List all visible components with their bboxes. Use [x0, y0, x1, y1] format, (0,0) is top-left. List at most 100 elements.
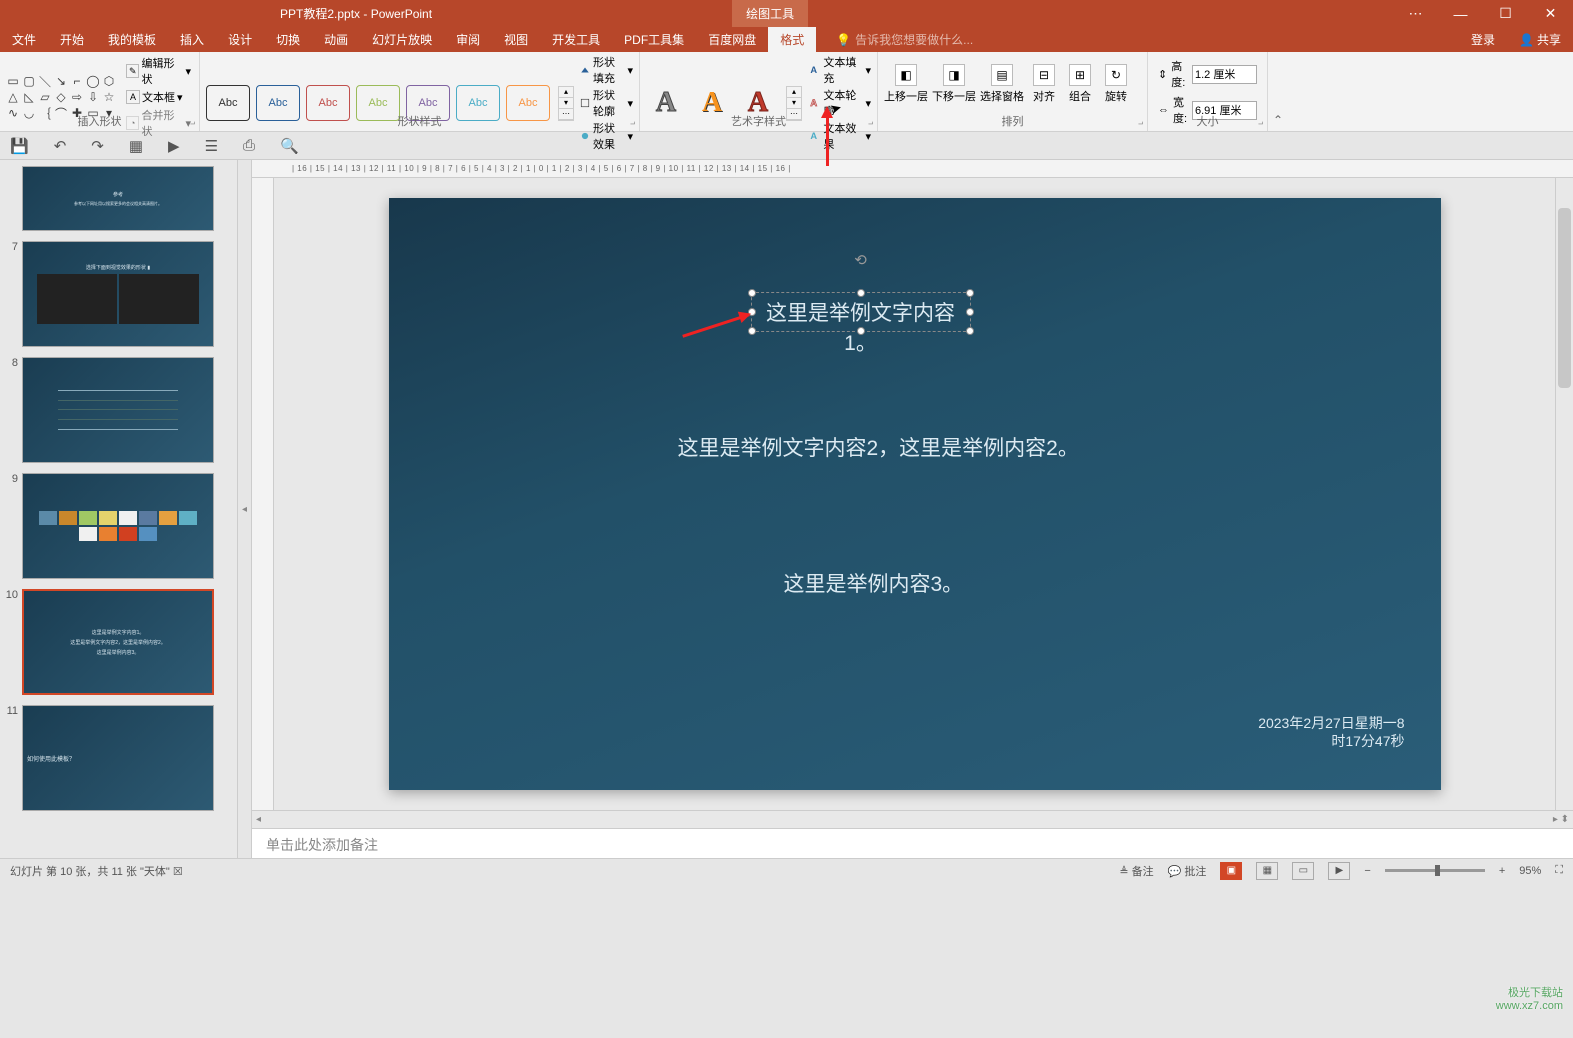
ribbon-options-icon[interactable]: ⋯	[1393, 0, 1438, 27]
close-button[interactable]: ✕	[1528, 0, 1573, 27]
selection-pane-button[interactable]: ▤选择窗格	[980, 64, 1024, 104]
zoom-out-button[interactable]: −	[1364, 865, 1370, 877]
minimize-button[interactable]: —	[1438, 0, 1483, 27]
svg-text:A: A	[810, 98, 817, 108]
vertical-scrollbar[interactable]	[1555, 178, 1573, 810]
gallery-up-icon[interactable]: ▴	[559, 87, 573, 98]
slide-thumbnails-panel[interactable]: 参考参考以下网址用以搜索更多的会议相关高清图片。 7选择下面到视觉效果的形状 ▮…	[0, 160, 238, 858]
selection-handle[interactable]	[748, 327, 756, 335]
shape-oval-icon[interactable]: ◯	[86, 74, 100, 88]
slide-thumb-10[interactable]: 这里是举例文字内容1。这里是举例文字内容2，这里是举例内容2。这里是举例内容3。	[22, 589, 214, 695]
slide-thumb-8[interactable]	[22, 357, 214, 463]
shape-line-icon[interactable]: ＼	[38, 74, 52, 88]
selection-pane-icon: ▤	[991, 64, 1013, 86]
tell-me-search[interactable]: 💡告诉我您想要做什么...	[836, 31, 973, 48]
tab-transitions[interactable]: 切换	[264, 27, 312, 52]
notes-pane[interactable]: 单击此处添加备注	[252, 828, 1573, 858]
edit-shape-icon: ✎	[126, 64, 139, 78]
rotate-handle-icon[interactable]: ⟲	[853, 251, 869, 267]
zoom-level[interactable]: 95%	[1519, 865, 1541, 877]
zoom-in-button[interactable]: +	[1499, 865, 1505, 877]
selection-handle[interactable]	[966, 289, 974, 297]
shape-star-icon[interactable]: ☆	[102, 90, 116, 104]
selection-handle[interactable]	[966, 327, 974, 335]
shape-diamond-icon[interactable]: ◇	[54, 90, 68, 104]
textbox-3[interactable]: 这里是举例内容3。	[776, 564, 972, 602]
tab-baidu-disk[interactable]: 百度网盘	[696, 27, 768, 52]
slideshow-view-button[interactable]: ▶	[1328, 862, 1350, 880]
wa-gallery-up-icon[interactable]: ▴	[787, 87, 801, 98]
text-effects-icon: A	[808, 129, 820, 143]
thumb-number: 8	[4, 357, 18, 463]
fit-to-window-button[interactable]: ⛶	[1555, 864, 1563, 877]
slide-thumb-11[interactable]: 如何使用此模板？	[22, 705, 214, 811]
slide-thumb-9[interactable]	[22, 473, 214, 579]
textbox-2[interactable]: 这里是举例文字内容2，这里是举例内容2。	[670, 428, 1087, 466]
shape-hexagon-icon[interactable]: ⬡	[102, 74, 116, 88]
height-input[interactable]	[1192, 65, 1257, 84]
shape-rectangle-icon[interactable]: ▭	[6, 74, 20, 88]
normal-view-button[interactable]: ▣	[1220, 862, 1242, 880]
sorter-view-button[interactable]: ▦	[1256, 862, 1278, 880]
rotate-button[interactable]: ↻旋转	[1100, 64, 1132, 104]
collapse-ribbon-button[interactable]: ⌃	[1268, 52, 1288, 131]
bring-forward-icon: ◧	[895, 64, 917, 86]
zoom-slider[interactable]	[1385, 869, 1485, 872]
selection-handle[interactable]	[748, 289, 756, 297]
login-button[interactable]: 登录	[1459, 27, 1507, 52]
slide-canvas[interactable]: 这里是举例文字内容1。 ⟲ 这里是举例文字内容2，这里是举例内容2。 这里是举例…	[274, 178, 1555, 810]
tab-animations[interactable]: 动画	[312, 27, 360, 52]
selection-handle[interactable]	[857, 327, 865, 335]
tab-review[interactable]: 审阅	[444, 27, 492, 52]
maximize-button[interactable]: ☐	[1483, 0, 1528, 27]
tab-view[interactable]: 视图	[492, 27, 540, 52]
vertical-ruler	[252, 178, 274, 810]
horizontal-scrollbar[interactable]: ◂▸ ⬍	[252, 810, 1573, 828]
group-button[interactable]: ⊞组合	[1064, 64, 1096, 104]
shape-parallelogram-icon[interactable]: ▱	[38, 90, 52, 104]
status-comments-button[interactable]: 💬 批注	[1168, 863, 1207, 879]
document-title: PPT教程2.pptx - PowerPoint	[280, 5, 432, 22]
bring-forward-button[interactable]: ◧上移一层	[884, 64, 928, 104]
scrollbar-thumb[interactable]	[1558, 208, 1571, 388]
send-backward-button[interactable]: ◨下移一层	[932, 64, 976, 104]
selection-handle[interactable]	[857, 289, 865, 297]
tab-slideshow[interactable]: 幻灯片放映	[360, 27, 444, 52]
shape-fill-button[interactable]: 形状填充 ▾	[580, 54, 633, 86]
svg-text:A: A	[810, 65, 817, 75]
share-button[interactable]: 👤共享	[1507, 27, 1573, 52]
tab-file[interactable]: 文件	[0, 27, 48, 52]
current-slide[interactable]: 这里是举例文字内容1。 ⟲ 这里是举例文字内容2，这里是举例内容2。 这里是举例…	[389, 198, 1441, 790]
thumb-number: 10	[4, 589, 18, 695]
panel-collapse-button[interactable]: ◂	[238, 160, 252, 858]
tab-pdf-tools[interactable]: PDF工具集	[612, 27, 696, 52]
reading-view-button[interactable]: ▭	[1292, 862, 1314, 880]
selection-handle[interactable]	[966, 308, 974, 316]
context-tab-drawing-tools: 绘图工具	[732, 0, 808, 27]
shape-line-arrow-icon[interactable]: ↘	[54, 74, 68, 88]
shape-connector-icon[interactable]: ⌐	[70, 74, 84, 88]
slide-thumb-6[interactable]: 参考参考以下网址用以搜索更多的会议相关高清图片。	[22, 166, 214, 231]
watermark: 极光下载站 www.xz7.com	[1496, 984, 1563, 1012]
gallery-down-icon[interactable]: ▾	[559, 98, 573, 109]
tab-design[interactable]: 设计	[216, 27, 264, 52]
tab-my-templates[interactable]: 我的模板	[96, 27, 168, 52]
status-notes-button[interactable]: ≜ 备注	[1119, 863, 1153, 879]
tab-developer[interactable]: 开发工具	[540, 27, 612, 52]
tab-insert[interactable]: 插入	[168, 27, 216, 52]
text-fill-button[interactable]: A文本填充 ▾	[808, 54, 871, 86]
edit-shape-button[interactable]: ✎编辑形状 ▾	[124, 54, 193, 88]
align-button[interactable]: ⊟对齐	[1028, 64, 1060, 104]
tab-format[interactable]: 格式	[768, 27, 816, 52]
shape-right-triangle-icon[interactable]: ◺	[22, 90, 36, 104]
wa-gallery-down-icon[interactable]: ▾	[787, 98, 801, 109]
group-icon: ⊞	[1069, 64, 1091, 86]
shape-arrow-down-icon[interactable]: ⇩	[86, 90, 100, 104]
textbox-1-selected[interactable]: 这里是举例文字内容1。 ⟲	[751, 292, 971, 332]
tab-home[interactable]: 开始	[48, 27, 96, 52]
shape-triangle-icon[interactable]: △	[6, 90, 20, 104]
textbox-button[interactable]: A文本框 ▾	[124, 88, 193, 106]
shape-rounded-rect-icon[interactable]: ▢	[22, 74, 36, 88]
shape-arrow-right-icon[interactable]: ⇨	[70, 90, 84, 104]
slide-thumb-7[interactable]: 选择下面到视觉效果的形状 ▮	[22, 241, 214, 347]
